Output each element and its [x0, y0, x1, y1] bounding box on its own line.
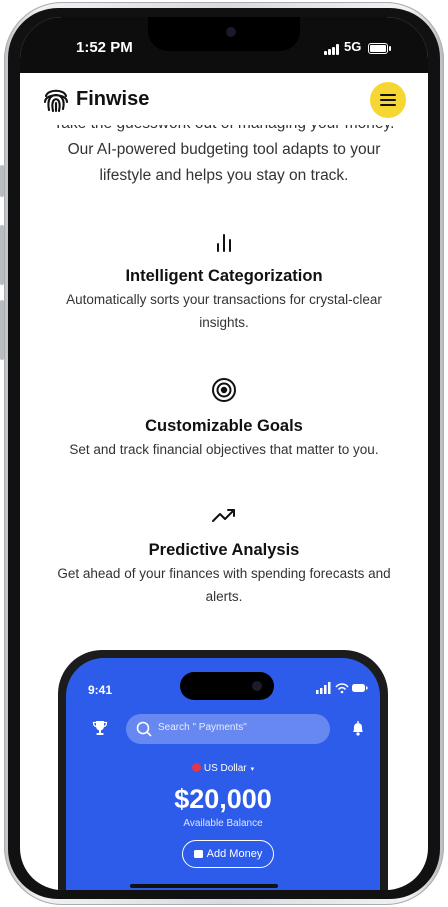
app-mockup-screen: 9:41 Search " Payments" US Dollar ▾ $20,0… — [66, 658, 380, 890]
wallet-icon — [193, 850, 203, 858]
us-flag-icon — [191, 763, 201, 772]
app-header: Finwise — [20, 73, 428, 125]
notch — [148, 17, 300, 51]
feature-title: Predictive Analysis — [148, 541, 300, 559]
brand-name[interactable]: Finwise — [76, 88, 149, 111]
feature-description: Automatically sorts your transactions fo… — [66, 292, 382, 330]
battery-icon — [368, 43, 391, 54]
balance-amount: $20,000 — [174, 784, 272, 814]
mockup-search-input[interactable]: Search " Payments" — [126, 714, 330, 744]
signal-icon — [324, 44, 342, 55]
trophy-icon[interactable] — [92, 720, 108, 736]
bar-chart-icon — [217, 234, 231, 252]
add-money-label: Add Money — [206, 848, 263, 860]
search-icon — [136, 721, 152, 737]
chevron-down-icon: ▾ — [250, 766, 255, 773]
intro-body: Our AI-powered budgeting tool adapts to … — [67, 141, 381, 184]
home-indicator — [130, 884, 278, 888]
feature-description: Set and track financial objectives that … — [69, 442, 379, 457]
status-time: 1:52 PM — [76, 39, 133, 56]
mockup-status-icons — [316, 682, 368, 694]
network-label: 5G — [344, 39, 362, 54]
status-bar: 1:52 PM 5G — [20, 17, 428, 73]
mockup-time: 9:41 — [88, 683, 113, 697]
device-volume-down — [0, 300, 4, 360]
mockup-dynamic-island — [180, 672, 274, 700]
feature-title: Intelligent Categorization — [125, 267, 323, 285]
bell-icon[interactable] — [350, 720, 366, 736]
add-money-button[interactable]: Add Money — [182, 840, 274, 868]
feature-customizable-goals: Customizable Goals Set and track financi… — [40, 377, 408, 461]
feature-predictive-analysis: Predictive Analysis Get ahead of your fi… — [40, 505, 408, 608]
menu-button[interactable] — [370, 82, 406, 118]
trend-up-icon — [212, 509, 235, 522]
fingerprint-icon — [43, 89, 69, 113]
device-volume-up — [0, 225, 4, 285]
feature-description: Get ahead of your finances with spending… — [57, 566, 391, 604]
device-screen: 1:52 PM 5G Take the guesswork out of man… — [20, 17, 428, 890]
target-icon — [212, 378, 236, 402]
currency-selector[interactable]: US Dollar ▾ — [66, 763, 380, 774]
balance-label: Available Balance — [183, 818, 263, 829]
device-mute-switch — [0, 165, 4, 197]
currency-label: US Dollar — [203, 763, 247, 774]
feature-intelligent-categorization: Intelligent Categorization Automatically… — [40, 231, 408, 334]
mockup-search-placeholder: Search " Payments" — [158, 722, 247, 733]
feature-title: Customizable Goals — [145, 417, 303, 435]
front-camera — [226, 27, 236, 37]
